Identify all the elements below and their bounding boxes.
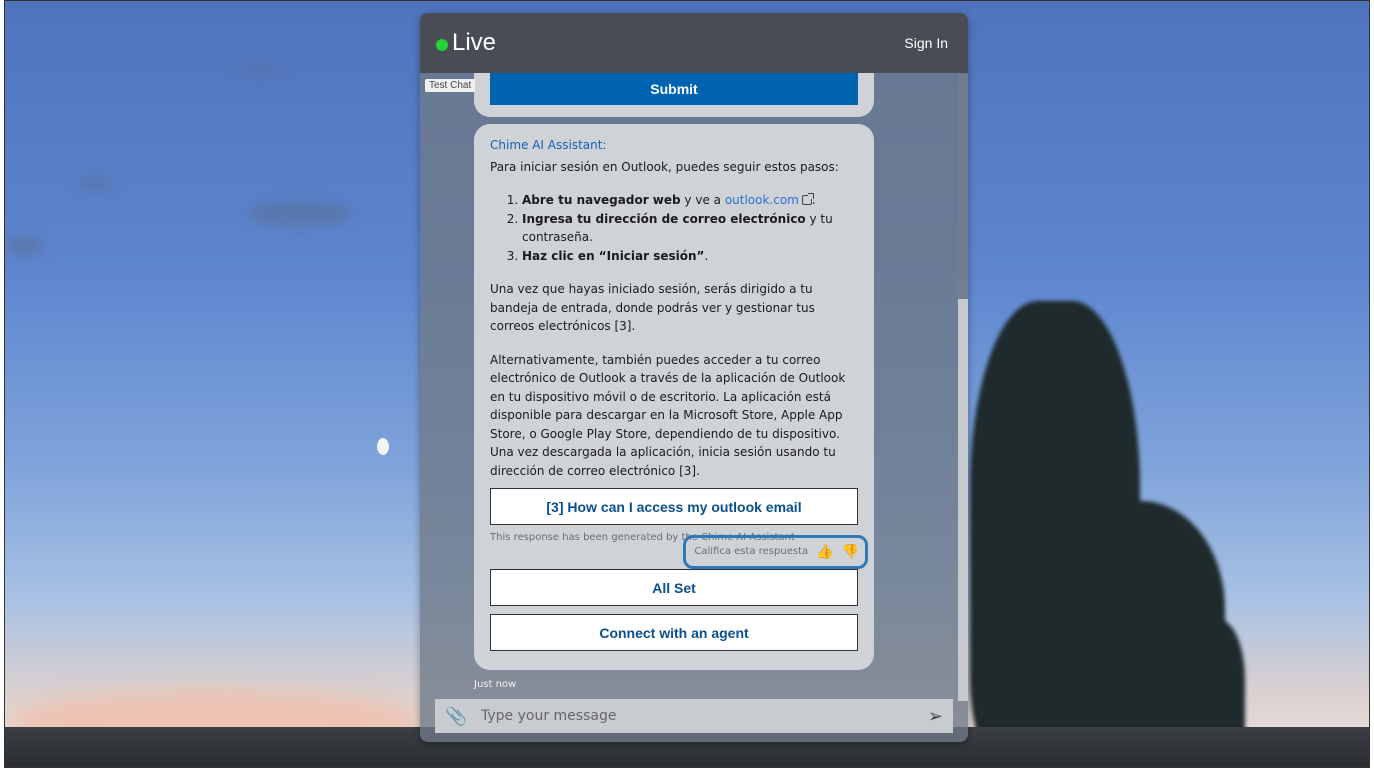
step-bold: Haz clic en “Iniciar sesión” xyxy=(522,248,705,263)
cloud xyxy=(75,176,115,190)
step-text: . xyxy=(704,248,709,263)
list-item: Haz clic en “Iniciar sesión”. xyxy=(522,247,858,266)
source-link-button[interactable]: [3] How can I access my outlook email xyxy=(490,488,858,525)
message-intro: Para iniciar sesión en Outlook, puedes s… xyxy=(490,159,839,174)
all-set-button[interactable]: All Set xyxy=(490,569,858,606)
rating-row: Califica esta respuesta 👍 👎 xyxy=(683,535,868,569)
cloud xyxy=(5,236,45,256)
cloud xyxy=(245,201,355,227)
sender-name: Chime AI Assistant: xyxy=(490,138,607,152)
message-composer: 📎 ➢ xyxy=(435,699,953,733)
message-list[interactable]: Submit Test Chat Chime AI Assistant: Par… xyxy=(420,73,968,701)
step-bold: Abre tu navegador web xyxy=(522,193,681,207)
step-text: y ve a xyxy=(680,193,725,207)
thumbs-down-icon[interactable]: 👎 xyxy=(842,543,859,562)
rating-label: Califica esta respuesta xyxy=(694,545,809,557)
steps-list: Abre tu navegador web y ve a outlook.com… xyxy=(522,191,858,265)
send-icon[interactable]: ➢ xyxy=(928,706,943,727)
external-link-icon xyxy=(801,193,814,205)
outlook-link[interactable]: outlook.com xyxy=(725,193,799,207)
chat-header: Live Sign In xyxy=(420,13,968,73)
moon xyxy=(377,438,389,455)
live-dot-icon xyxy=(436,39,448,51)
message-paragraph: Una vez que hayas iniciado sesión, serás… xyxy=(490,282,815,333)
thumbs-up-icon[interactable]: 👍 xyxy=(816,543,833,562)
live-label: Live xyxy=(452,29,497,56)
chat-widget: Live Sign In Submit Test Chat Chime AI A… xyxy=(420,13,968,742)
live-status: Live xyxy=(436,29,496,57)
sign-in-button[interactable]: Sign In xyxy=(904,35,948,51)
scrollbar-thumb[interactable] xyxy=(958,299,968,701)
message-timestamp: Just now xyxy=(474,679,517,690)
message-paragraph: Alternativamente, también puedes acceder… xyxy=(490,352,846,478)
connect-agent-button[interactable]: Connect with an agent xyxy=(490,614,858,651)
assistant-message: Chime AI Assistant: Para iniciar sesión … xyxy=(474,124,874,670)
message-input[interactable] xyxy=(471,701,928,731)
test-chat-badge: Test Chat xyxy=(425,79,476,92)
list-item: Abre tu navegador web y ve a outlook.com… xyxy=(522,191,858,210)
cloud xyxy=(230,61,290,81)
list-item: Ingresa tu dirección de correo electróni… xyxy=(522,210,858,247)
submit-button[interactable]: Submit xyxy=(490,73,858,105)
paperclip-icon[interactable]: 📎 xyxy=(445,706,471,727)
step-bold: Ingresa tu dirección de correo electróni… xyxy=(522,211,806,226)
